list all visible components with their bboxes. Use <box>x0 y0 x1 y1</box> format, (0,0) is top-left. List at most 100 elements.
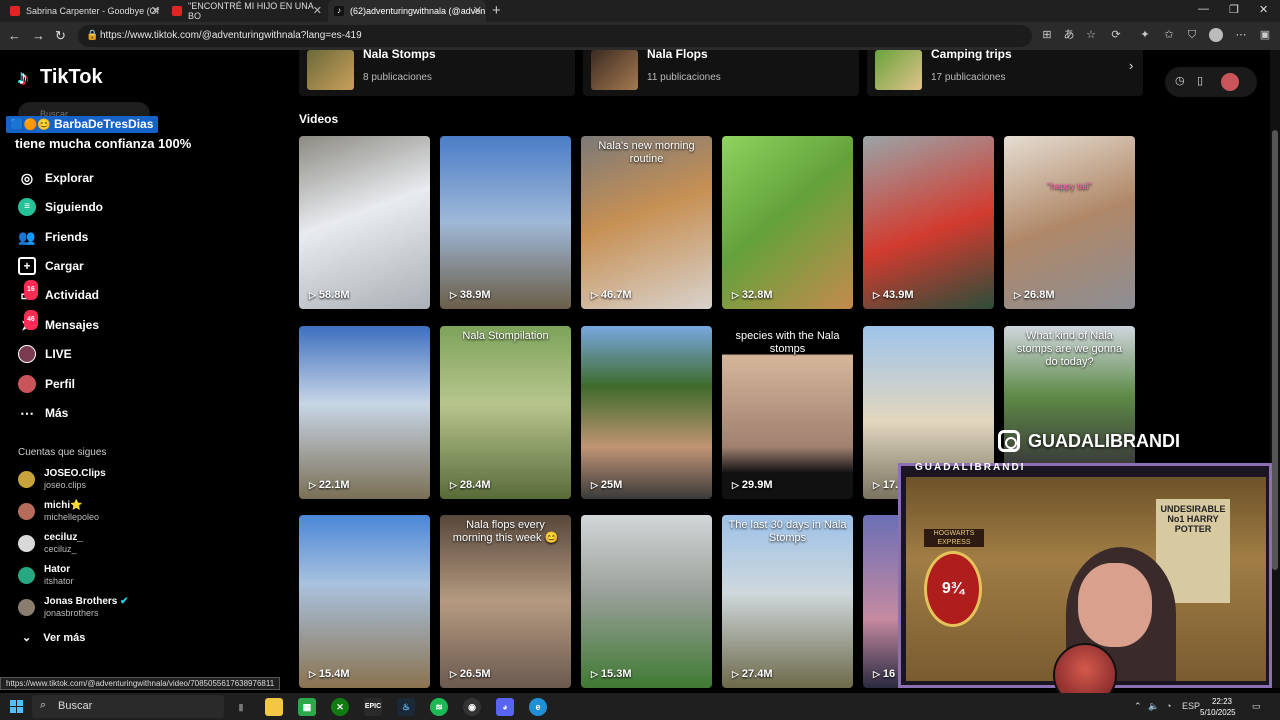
tab-sabrina[interactable]: Sabrina Carpenter - Goodbye (Of ✕ <box>4 0 164 22</box>
tab-tiktok[interactable]: ♪ (62)adventuringwithnala (@adven ✕ <box>328 0 486 22</box>
nav-friends[interactable]: 👥 Friends <box>18 225 218 249</box>
video-card[interactable]: ▷ 15.4M <box>299 515 430 688</box>
app-icon[interactable]: ▦ <box>298 698 316 716</box>
window-close-button[interactable]: ✕ <box>1259 3 1268 16</box>
video-card[interactable]: The last 30 days in Nala Stomps ▷ 27.4M <box>722 515 853 688</box>
nav-actividad[interactable]: ▭16 Actividad <box>18 280 218 307</box>
nav-siguiendo[interactable]: ≡ Siguiendo <box>18 195 218 219</box>
chevron-up-icon[interactable]: ⌃ <box>1134 701 1142 712</box>
collection-card[interactable]: Nala Flops 11 publicaciones <box>583 47 859 96</box>
url-input[interactable]: 🔒 https://www.tiktok.com/@adventuringwit… <box>78 25 1032 47</box>
nav-perfil[interactable]: Perfil <box>18 372 218 396</box>
collection-card[interactable]: Camping trips 17 publicaciones <box>867 47 1143 96</box>
favorites-icon[interactable]: ✩ <box>1162 28 1176 42</box>
video-card[interactable]: species with the Nala stomps ▷ 29.9M <box>722 326 853 499</box>
epic-games-icon[interactable]: EPIC <box>364 698 382 716</box>
maximize-button[interactable]: ❐ <box>1229 3 1239 16</box>
xbox-icon[interactable]: ✕ <box>331 698 349 716</box>
stream-chat-user: 🟦🟠😊 BarbaDeTresDias <box>6 116 159 133</box>
compass-icon: ◎ <box>20 170 34 186</box>
video-card[interactable]: ▷ 32.8M <box>722 136 853 309</box>
scrollbar-thumb[interactable] <box>1272 130 1278 570</box>
sidebar-icon[interactable]: ▣ <box>1258 28 1272 42</box>
search-icon: ⌕ <box>40 699 47 711</box>
nav-mas[interactable]: ⋯ Más <box>18 401 218 425</box>
notifications-icon[interactable]: ▭ <box>1252 701 1261 712</box>
video-card[interactable]: ▷ 43.9M <box>863 136 994 309</box>
forward-button[interactable]: → <box>32 28 45 43</box>
windows-taskbar: ⌕ Buscar ▮ ▦ ✕ EPIC ♨ ≋ ◉ ◕ e ⌃ 🔈 ◔ ESP … <box>0 693 1280 720</box>
language-indicator[interactable]: ESP <box>1182 701 1200 711</box>
following-account[interactable]: ceciluz_ ceciluz_ <box>18 531 218 559</box>
see-more-button[interactable]: ⌄ Ver más <box>22 631 85 644</box>
tiktok-logo[interactable]: ♪ TikTok <box>18 66 103 89</box>
nav-cargar[interactable]: + Cargar <box>18 254 218 278</box>
chevron-right-icon[interactable]: › <box>1129 58 1133 73</box>
tab-encontre[interactable]: "ENCONTRÉ MI HIJO EN UNA BO ✕ <box>166 0 326 22</box>
following-account[interactable]: michi⭐ michellepoleo <box>18 499 218 527</box>
network-icon[interactable]: ◔ <box>1166 701 1171 711</box>
profile-avatar-icon[interactable] <box>1209 28 1223 42</box>
nav-live[interactable]: LIVE <box>18 342 218 366</box>
account-name: Hator <box>44 564 71 575</box>
spotify-icon[interactable]: ≋ <box>430 698 448 716</box>
nav-mensajes[interactable]: ➤46 Mensajes <box>18 310 218 337</box>
extension-icon[interactable]: ✦ <box>1138 28 1152 42</box>
file-explorer-icon[interactable] <box>265 698 283 716</box>
minimize-button[interactable]: — <box>1198 3 1209 15</box>
video-card[interactable]: ▷ 15.3M <box>581 515 712 688</box>
reload-button[interactable]: ↻ <box>55 28 66 44</box>
obs-icon[interactable]: ◉ <box>463 698 481 716</box>
user-avatar[interactable] <box>1221 73 1239 91</box>
video-caption: Nala Stompilation <box>462 330 549 342</box>
close-icon[interactable]: ✕ <box>151 4 160 17</box>
browser-tab-bar: Sabrina Carpenter - Goodbye (Of ✕ "ENCON… <box>0 0 1280 22</box>
collection-title: Nala Stomps <box>363 47 436 61</box>
video-card[interactable]: ▷ 58.8M <box>299 136 430 309</box>
collection-card[interactable]: Nala Stomps 8 publicaciones <box>299 47 575 96</box>
video-card[interactable]: ▷ 22.1M <box>299 326 430 499</box>
shield-icon[interactable]: ⛉ <box>1185 28 1199 42</box>
video-caption: Nala flops every morning this week 😊 <box>452 519 559 544</box>
windows-start-icon[interactable] <box>10 700 23 713</box>
new-tab-button[interactable]: + <box>492 2 501 19</box>
refresh-extension-icon[interactable]: ⟳ <box>1109 28 1123 42</box>
nav-explorar[interactable]: ◎ Explorar <box>18 166 218 190</box>
collection-title: Nala Flops <box>647 47 708 61</box>
video-card[interactable]: Nala's new morning routine ▷ 46.7M <box>581 136 712 309</box>
translate-icon[interactable]: あ <box>1062 28 1076 42</box>
close-icon[interactable]: ✕ <box>473 4 482 17</box>
url-text: https://www.tiktok.com/@adventuringwithn… <box>100 30 362 41</box>
menu-icon[interactable]: ⋯ <box>1234 28 1248 42</box>
video-card[interactable]: "happy tail" ▷ 26.8M <box>1004 136 1135 309</box>
following-account[interactable]: Jonas Brothers ✔ jonasbrothers <box>18 595 218 623</box>
video-card[interactable]: ▷ 16 <box>863 515 903 688</box>
address-bar-row: ← → ↻ 🔒 https://www.tiktok.com/@adventur… <box>0 22 1280 50</box>
following-account[interactable]: Hator itshator <box>18 563 218 591</box>
edge-icon[interactable]: e <box>529 698 547 716</box>
following-account[interactable]: JOSEO.Clips joseo.clips <box>18 467 218 495</box>
videos-heading: Videos <box>299 112 339 126</box>
apps-icon[interactable]: ⊞ <box>1040 28 1054 42</box>
close-icon[interactable]: ✕ <box>313 4 322 17</box>
video-card[interactable]: ▷ 25M <box>581 326 712 499</box>
back-button[interactable]: ← <box>8 28 21 43</box>
clock[interactable]: 22:23 5/10/2025 <box>1200 696 1236 718</box>
video-card[interactable]: Nala flops every morning this week 😊 ▷ 26… <box>440 515 571 688</box>
play-icon: ▷ <box>450 669 457 679</box>
nav-label: Perfil <box>45 377 76 391</box>
taskbar-search[interactable]: ⌕ Buscar <box>32 695 224 718</box>
view-count-text: 15.3M <box>600 668 632 680</box>
view-count: ▷ 58.8M <box>309 289 350 301</box>
volume-icon[interactable]: 🔈 <box>1148 701 1159 712</box>
video-card[interactable]: ▷ 38.9M <box>440 136 571 309</box>
clock-date: 5/10/2025 <box>1200 708 1236 717</box>
steam-icon[interactable]: ♨ <box>397 698 415 716</box>
compass-icon[interactable]: ◷ <box>1175 74 1185 87</box>
discord-icon[interactable]: ◕ <box>496 698 514 716</box>
task-view-icon[interactable]: ▮ <box>232 698 250 716</box>
favorite-icon[interactable]: ☆ <box>1084 28 1098 42</box>
device-icon[interactable]: ▯ <box>1197 74 1203 87</box>
collection-count: 11 publicaciones <box>647 72 721 83</box>
video-card[interactable]: Nala Stompilation ▷ 28.4M <box>440 326 571 499</box>
